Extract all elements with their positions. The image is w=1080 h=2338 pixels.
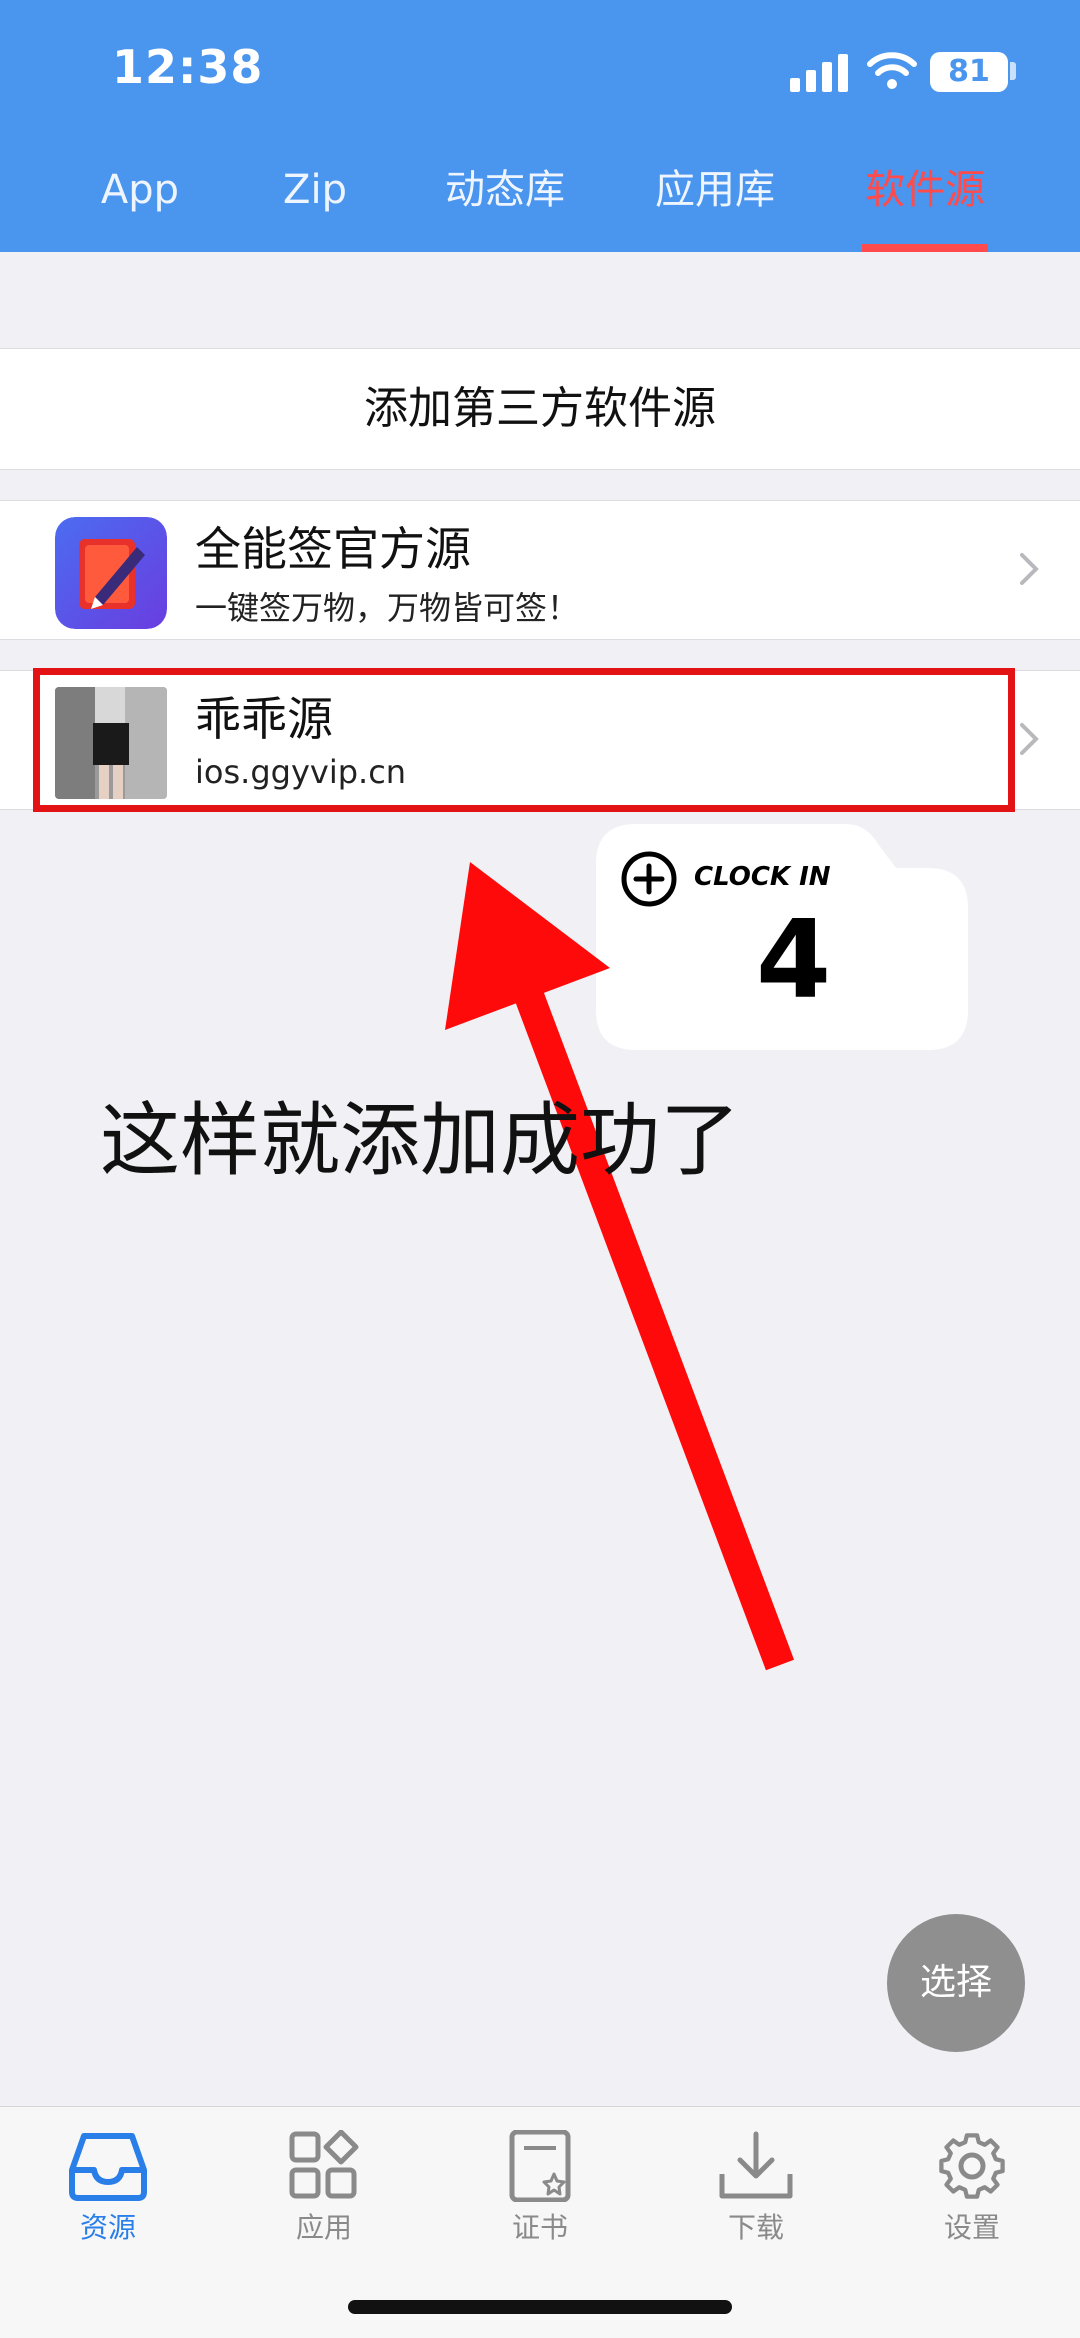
tab-dylib[interactable]: 动态库 — [420, 160, 590, 220]
tab-app-library[interactable]: 应用库 — [630, 160, 800, 220]
inbox-tray-icon — [69, 2133, 147, 2201]
plus-circle-icon — [621, 851, 677, 907]
chevron-right-icon — [1020, 553, 1039, 585]
clock-in-label: CLOCK IN — [694, 862, 831, 892]
tab-software-source[interactable]: 软件源 — [840, 160, 1010, 220]
app-logo-icon — [55, 517, 167, 629]
gear-icon — [939, 2133, 1005, 2199]
tab-zip[interactable]: Zip — [235, 160, 395, 220]
bottom-tab-resources[interactable]: 资源 — [0, 2120, 216, 2250]
bottom-tab-settings[interactable]: 设置 — [864, 2120, 1080, 2250]
apps-grid-icon — [289, 2130, 359, 2199]
bottom-tab-downloads[interactable]: 下载 — [648, 2120, 864, 2250]
wifi-icon — [867, 52, 917, 89]
source-row-official[interactable]: 全能签官方源 一键签万物，万物皆可签！ — [0, 500, 1080, 640]
cellular-signal-icon — [790, 54, 848, 92]
clock-in-number: 4 — [756, 898, 832, 1023]
home-indicator — [348, 2300, 732, 2314]
bottom-tab-label: 应用 — [295, 2211, 352, 2244]
certificate-icon — [509, 2130, 571, 2202]
battery-indicator: 81 — [930, 52, 1008, 92]
source-name: 全能签官方源 — [195, 522, 471, 576]
bottom-tab-label: 资源 — [79, 2211, 136, 2244]
bottom-tab-certificates[interactable]: 证书 — [432, 2120, 648, 2250]
bottom-tab-label: 下载 — [727, 2211, 784, 2244]
instruction-caption: 这样就添加成功了 — [100, 1094, 740, 1187]
bottom-tab-label: 证书 — [511, 2211, 568, 2244]
bottom-tab-apps[interactable]: 应用 — [216, 2120, 432, 2250]
active-tab-indicator — [862, 244, 988, 252]
chevron-right-icon — [1020, 723, 1039, 755]
battery-nub — [1010, 62, 1016, 80]
select-button[interactable]: 选择 — [887, 1914, 1025, 2052]
add-third-party-source-button[interactable]: 添加第三方软件源 — [0, 348, 1080, 470]
bottom-tab-label: 设置 — [943, 2211, 1000, 2244]
source-subtitle: 一键签万物，万物皆可签！ — [195, 589, 580, 627]
highlight-box — [33, 668, 1015, 812]
tab-app[interactable]: App — [60, 160, 220, 220]
status-time: 12:38 — [112, 40, 264, 94]
download-icon — [719, 2131, 793, 2199]
